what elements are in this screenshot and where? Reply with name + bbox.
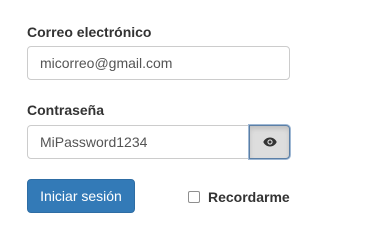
login-button[interactable]: Iniciar sesión [27,179,135,213]
eye-icon [262,137,277,147]
email-label: Correo electrónico [27,24,152,40]
toggle-password-visibility-button[interactable] [249,125,290,159]
remember-checkbox[interactable] [188,191,200,203]
remember-me[interactable]: Recordarme [188,189,290,205]
password-label: Contraseña [27,102,105,118]
remember-label: Recordarme [208,189,290,205]
password-field[interactable] [27,125,250,159]
email-field[interactable] [27,46,290,80]
